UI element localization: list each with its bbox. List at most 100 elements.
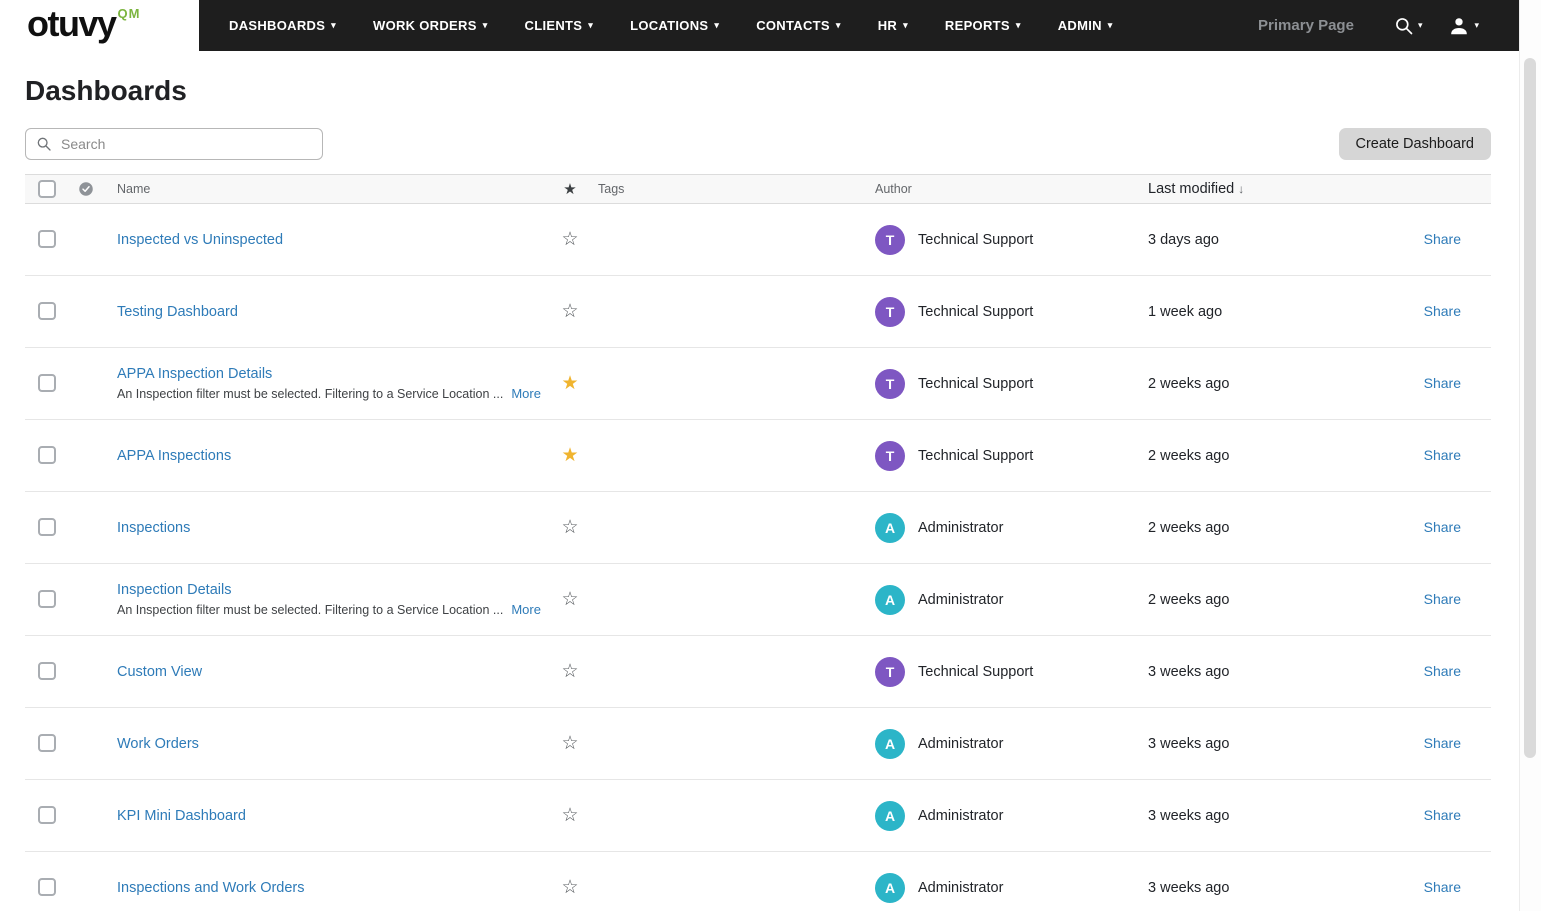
row-checkbox[interactable]: [38, 590, 56, 609]
author-name: Administrator: [918, 879, 1004, 896]
top-nav: otuvy QM DASHBOARDS ▾ WORK ORDERS ▾ CLIENTS ▾…: [0, 0, 1519, 51]
dashboard-name-link[interactable]: Testing Dashboard: [117, 304, 550, 320]
last-modified: 2 weeks ago: [1148, 591, 1230, 608]
table-row: Inspection Details An Inspection filter …: [25, 564, 1491, 636]
star-toggle[interactable]: ★: [561, 445, 578, 466]
nav-item-clients[interactable]: CLIENTS ▾: [525, 18, 594, 33]
select-all-checkbox[interactable]: [38, 179, 56, 198]
table-body: Inspected vs Uninspected ☆ T Technical S…: [25, 204, 1491, 911]
star-toggle[interactable]: ☆: [561, 877, 578, 898]
row-checkbox[interactable]: [38, 302, 56, 321]
nav-item-dashboards[interactable]: DASHBOARDS ▾: [229, 18, 336, 33]
star-toggle[interactable]: ☆: [561, 805, 578, 826]
avatar: A: [875, 728, 905, 759]
row-checkbox[interactable]: [38, 374, 56, 393]
row-checkbox[interactable]: [38, 518, 56, 537]
share-link[interactable]: Share: [1424, 735, 1461, 751]
app-root: otuvy QM DASHBOARDS ▾ WORK ORDERS ▾ CLIENTS ▾…: [0, 0, 1541, 911]
star-toggle[interactable]: ☆: [561, 301, 578, 322]
column-header-tags[interactable]: Tags: [590, 182, 865, 196]
nav-item-label: HR: [877, 18, 898, 33]
avatar: T: [875, 224, 905, 255]
row-checkbox[interactable]: [38, 734, 56, 753]
nav-item-locations[interactable]: LOCATIONS ▾: [630, 18, 719, 33]
share-link[interactable]: Share: [1424, 591, 1461, 607]
last-modified: 3 weeks ago: [1148, 663, 1230, 680]
column-header-author[interactable]: Author: [865, 182, 1135, 196]
share-link[interactable]: Share: [1424, 879, 1461, 895]
share-link[interactable]: Share: [1424, 231, 1461, 247]
row-checkbox[interactable]: [38, 662, 56, 681]
table-row: Testing Dashboard ☆ T Technical Support …: [25, 276, 1491, 348]
last-modified: 3 weeks ago: [1148, 807, 1230, 824]
row-checkbox[interactable]: [38, 806, 56, 825]
verified-icon: [65, 180, 107, 198]
share-link[interactable]: Share: [1424, 375, 1461, 391]
author-name: Administrator: [918, 807, 1004, 824]
share-link[interactable]: Share: [1424, 447, 1461, 463]
last-modified: 3 days ago: [1148, 231, 1219, 248]
brand-logo[interactable]: otuvy QM: [0, 0, 199, 51]
scrollbar-track[interactable]: [1519, 0, 1541, 911]
row-description-text: An Inspection filter must be selected. F…: [117, 603, 504, 617]
share-link[interactable]: Share: [1424, 807, 1461, 823]
dashboard-name-link[interactable]: KPI Mini Dashboard: [117, 808, 550, 824]
main-area: otuvy QM DASHBOARDS ▾ WORK ORDERS ▾ CLIENTS ▾…: [0, 0, 1519, 911]
dashboard-name-link[interactable]: APPA Inspection Details: [117, 366, 550, 382]
dashboard-name-link[interactable]: Inspection Details: [117, 582, 550, 598]
create-dashboard-button[interactable]: Create Dashboard: [1338, 128, 1491, 160]
dashboard-name-link[interactable]: Inspections: [117, 520, 550, 536]
star-toggle[interactable]: ☆: [561, 517, 578, 538]
star-toggle[interactable]: ☆: [561, 229, 578, 250]
dashboard-name-link[interactable]: Inspected vs Uninspected: [117, 232, 550, 248]
user-menu-button[interactable]: ▾: [1448, 15, 1479, 37]
star-toggle[interactable]: ☆: [561, 589, 578, 610]
dashboard-name-link[interactable]: Work Orders: [117, 736, 550, 752]
nav-item-reports[interactable]: REPORTS ▾: [945, 18, 1021, 33]
star-toggle[interactable]: ☆: [561, 733, 578, 754]
toolbar: Create Dashboard: [25, 128, 1491, 160]
primary-page-label[interactable]: Primary Page: [1258, 17, 1354, 34]
avatar: T: [875, 296, 905, 327]
nav-item-label: LOCATIONS: [630, 18, 709, 33]
row-checkbox[interactable]: [38, 878, 56, 897]
row-description-text: An Inspection filter must be selected. F…: [117, 387, 504, 401]
search-input[interactable]: [61, 136, 312, 152]
dashboards-table: Name ★ Tags Author Last modified ↓ Inspec…: [25, 174, 1491, 911]
table-row: Work Orders ☆ A Administrator 3 weeks ag…: [25, 708, 1491, 780]
page-title: Dashboards: [25, 75, 187, 106]
chevron-down-icon: ▾: [1015, 20, 1021, 30]
more-link[interactable]: More: [511, 602, 541, 617]
last-modified: 3 weeks ago: [1148, 879, 1230, 896]
dashboard-name-link[interactable]: Custom View: [117, 664, 550, 680]
dashboard-name-link[interactable]: Inspections and Work Orders: [117, 880, 550, 896]
column-header-last-modified-label: Last modified: [1148, 181, 1235, 197]
avatar: T: [875, 440, 905, 471]
share-link[interactable]: Share: [1424, 663, 1461, 679]
nav-item-work-orders[interactable]: WORK ORDERS ▾: [373, 18, 488, 33]
table-row: Custom View ☆ T Technical Support 3 week…: [25, 636, 1491, 708]
search-menu-button[interactable]: ▾: [1394, 16, 1422, 36]
chevron-down-icon: ▾: [331, 20, 336, 30]
nav-item-admin[interactable]: ADMIN ▾: [1058, 18, 1113, 33]
row-description: An Inspection filter must be selected. F…: [117, 386, 550, 401]
nav-item-label: DASHBOARDS: [229, 18, 326, 33]
more-link[interactable]: More: [511, 386, 541, 401]
row-checkbox[interactable]: [38, 230, 56, 249]
star-toggle[interactable]: ☆: [561, 661, 578, 682]
share-link[interactable]: Share: [1424, 519, 1461, 535]
star-toggle[interactable]: ★: [561, 373, 578, 394]
share-link[interactable]: Share: [1424, 303, 1461, 319]
nav-item-hr[interactable]: HR ▾: [878, 18, 908, 33]
brand-suffix: QM: [117, 6, 141, 21]
nav-item-contacts[interactable]: CONTACTS ▾: [756, 18, 840, 33]
column-header-name[interactable]: Name: [107, 182, 550, 196]
author-name: Technical Support: [918, 447, 1034, 464]
last-modified: 3 weeks ago: [1148, 735, 1230, 752]
scrollbar-thumb[interactable]: [1524, 58, 1536, 758]
author-name: Administrator: [918, 591, 1004, 608]
column-header-last-modified[interactable]: Last modified ↓: [1135, 181, 1400, 197]
row-checkbox[interactable]: [38, 446, 56, 465]
dashboard-name-link[interactable]: APPA Inspections: [117, 448, 550, 464]
nav-item-label: CONTACTS: [756, 18, 830, 33]
